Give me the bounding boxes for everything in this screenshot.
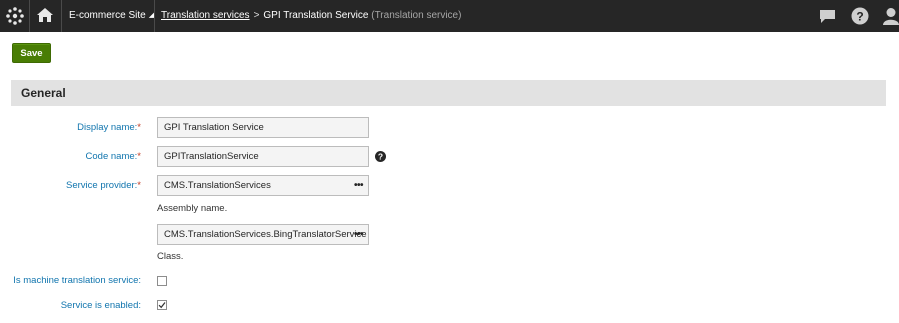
checkmark-icon [158,302,166,309]
display-name-field[interactable]: GPI Translation Service [157,117,369,138]
assembly-name-explanation: Assembly name. [157,203,228,214]
save-button[interactable]: Save [12,43,51,63]
svg-text:?: ? [378,152,383,162]
divider [29,0,30,32]
assembly-name-selector[interactable]: CMS.TranslationServices ••• [157,175,369,196]
class-name-selector[interactable]: CMS.TranslationServices.BingTranslatorSe… [157,224,369,245]
service-enabled-checkbox[interactable] [157,300,167,310]
chat-icon[interactable] [819,9,836,24]
breadcrumb-current: GPI Translation Service [263,10,369,21]
class-name-value: CMS.TranslationServices.BingTranslatorSe… [164,229,367,240]
display-name-label: Display name:* [77,122,141,133]
display-name-label-text: Display name: [77,122,138,133]
required-marker: * [137,180,141,191]
machine-translation-label: Is machine translation service: [13,275,141,286]
site-selector[interactable]: E-commerce Site ◢ [69,10,154,21]
service-provider-label: Service provider:* [66,180,141,191]
home-icon[interactable] [36,6,54,24]
section-header-general: General [11,80,886,106]
code-name-label: Code name:* [86,151,141,162]
code-name-field[interactable]: GPITranslationService [157,146,369,167]
top-bar: E-commerce Site ◢ Translation services > GP… [0,0,899,32]
service-enabled-label: Service is enabled: [60,300,141,311]
svg-text:?: ? [856,9,863,23]
breadcrumb: Translation services > GPI Translation Ser… [161,10,461,21]
code-name-label-text: Code name: [85,151,138,162]
breadcrumb-separator-icon: > [253,10,260,21]
browse-assembly-button[interactable]: ••• [354,176,364,195]
machine-translation-checkbox[interactable] [157,276,167,286]
required-marker: * [137,122,141,133]
divider [61,0,62,32]
divider [154,0,155,32]
required-marker: * [137,151,141,162]
user-icon[interactable] [882,7,899,25]
help-icon[interactable]: ? [851,7,869,25]
browse-class-button[interactable]: ••• [354,225,364,244]
kentico-logo-icon[interactable] [5,6,25,26]
question-icon[interactable]: ? [375,151,386,162]
assembly-name-value: CMS.TranslationServices [164,180,271,191]
service-provider-label-text: Service provider: [66,180,138,191]
breadcrumb-link-translation-services[interactable]: Translation services [161,10,250,21]
site-selector-label: E-commerce Site [69,10,146,21]
class-name-explanation: Class. [157,251,184,262]
breadcrumb-suffix: (Translation service) [371,10,462,21]
